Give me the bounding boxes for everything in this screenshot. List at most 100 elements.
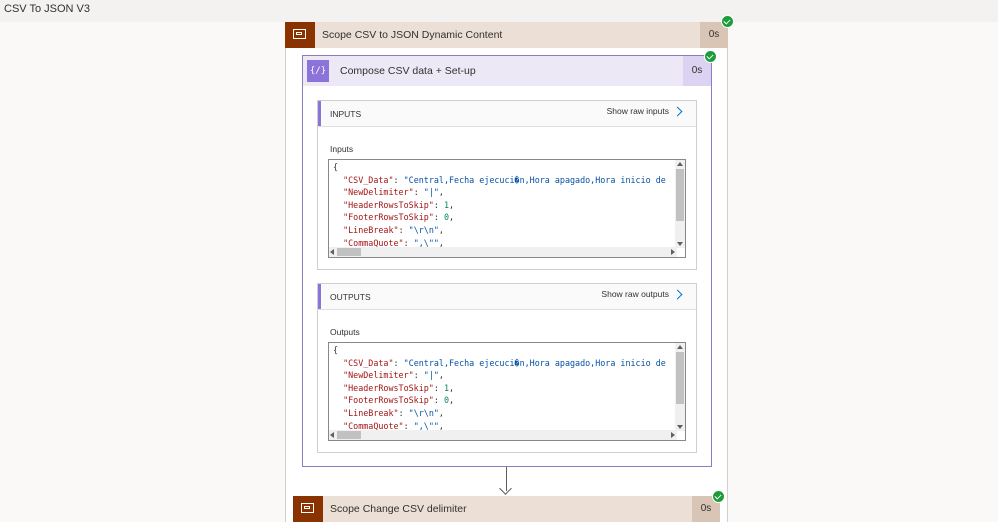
inputs-label: Inputs <box>330 144 354 154</box>
outputs-code-box[interactable]: { "CSV_Data": "Central,Fecha ejecuci�n,H… <box>328 342 686 441</box>
success-check-icon <box>704 50 717 63</box>
json-line: "LineBreak": "\r\n", <box>333 407 677 420</box>
vertical-scrollbar[interactable] <box>675 343 685 431</box>
scroll-left-icon[interactable] <box>330 432 334 438</box>
json-token: , <box>438 370 444 381</box>
json-token: ",\"" <box>413 237 439 247</box>
scroll-left-icon[interactable] <box>330 249 334 255</box>
json-token: : <box>433 212 444 223</box>
json-token: "NewDelimiter" <box>343 370 414 381</box>
json-token: "FooterRowsToSkip" <box>343 395 434 406</box>
show-raw-inputs-link[interactable]: Show raw inputs <box>607 106 684 116</box>
scope-icon <box>285 22 315 48</box>
json-token: : <box>403 237 414 247</box>
json-line: { <box>333 344 677 357</box>
json-token: , <box>449 395 455 406</box>
json-line: "LineBreak": "\r\n", <box>333 224 677 237</box>
vertical-scrollbar[interactable] <box>675 160 685 248</box>
compose-title: Compose CSV data + Set-up <box>340 65 476 77</box>
inputs-json-text[interactable]: { "CSV_Data": "Central,Fecha ejecuci�n,H… <box>333 161 677 247</box>
json-token: , <box>438 187 444 198</box>
json-token: "|" <box>423 370 439 381</box>
json-token: ",\"" <box>413 420 439 430</box>
scroll-up-icon[interactable] <box>677 162 683 166</box>
compose-icon: {/} <box>307 60 329 82</box>
json-token: "LineBreak" <box>343 224 399 235</box>
json-line: "HeaderRowsToSkip": 1, <box>333 199 677 212</box>
json-token: : <box>393 357 404 368</box>
json-token: , <box>449 199 455 210</box>
outputs-panel-header: OUTPUTS Show raw outputs <box>318 284 696 310</box>
json-line: "FooterRowsToSkip": 0, <box>333 394 677 407</box>
horizontal-scrollbar[interactable] <box>329 430 677 440</box>
inputs-panel: INPUTS Show raw inputs Inputs { "CSV_Dat… <box>317 100 697 270</box>
json-line: "FooterRowsToSkip": 0, <box>333 211 677 224</box>
json-line: "CSV_Data": "Central,Fecha ejecuci�n,Hor… <box>333 357 677 370</box>
scope-change-delimiter-header[interactable]: Scope Change CSV delimiter 0s <box>293 496 720 522</box>
json-line: "CommaQuote": ",\"", <box>333 237 677 247</box>
scroll-up-icon[interactable] <box>677 345 683 349</box>
outputs-label: Outputs <box>330 327 360 337</box>
success-check-icon <box>712 490 725 503</box>
scroll-right-icon[interactable] <box>671 432 675 438</box>
scope-csv-to-json-header[interactable]: Scope CSV to JSON Dynamic Content 0s <box>285 22 728 48</box>
json-token: : <box>403 420 414 430</box>
json-token: "FooterRowsToSkip" <box>343 212 434 223</box>
scope-title: Scope Change CSV delimiter <box>330 503 467 515</box>
json-token: "HeaderRowsToSkip" <box>343 199 434 210</box>
compose-action-header[interactable]: {/} Compose CSV data + Set-up 0s <box>303 56 711 86</box>
json-line: "HeaderRowsToSkip": 1, <box>333 382 677 395</box>
json-token: "HeaderRowsToSkip" <box>343 382 434 393</box>
outputs-json-text[interactable]: { "CSV_Data": "Central,Fecha ejecuci�n,H… <box>333 344 677 430</box>
json-token: , <box>438 237 444 247</box>
scroll-down-icon[interactable] <box>677 425 683 429</box>
json-token: "CSV_Data" <box>343 174 394 185</box>
title-bar: CSV To JSON V3 <box>0 0 998 22</box>
json-token: , <box>438 407 444 418</box>
chevron-right-icon <box>672 106 683 116</box>
scroll-down-icon[interactable] <box>677 242 683 246</box>
json-token: : <box>393 174 404 185</box>
scrollbar-thumb[interactable] <box>676 169 684 221</box>
show-raw-outputs-link[interactable]: Show raw outputs <box>601 289 684 299</box>
json-token: : <box>433 382 444 393</box>
scrollbar-thumb[interactable] <box>337 431 361 439</box>
scrollbar-thumb[interactable] <box>337 248 361 256</box>
json-token: "CommaQuote" <box>343 420 404 430</box>
compose-action-card: {/} Compose CSV data + Set-up 0s INPUTS … <box>302 55 712 467</box>
json-token: "CSV_Data" <box>343 357 394 368</box>
chevron-right-icon <box>672 289 683 299</box>
scroll-right-icon[interactable] <box>671 249 675 255</box>
show-raw-inputs-label: Show raw inputs <box>606 106 669 116</box>
json-token: "\r\n" <box>408 224 439 235</box>
json-line: "NewDelimiter": "|", <box>333 369 677 382</box>
scope-icon <box>293 496 323 522</box>
json-token: , <box>449 212 455 223</box>
json-token: : <box>413 370 424 381</box>
inputs-heading: INPUTS <box>330 109 362 119</box>
success-check-icon <box>721 15 734 28</box>
horizontal-scrollbar[interactable] <box>329 247 677 257</box>
json-token: : <box>413 187 424 198</box>
flow-title: CSV To JSON V3 <box>4 3 90 15</box>
json-line: "CommaQuote": ",\"", <box>333 420 677 430</box>
json-token: "NewDelimiter" <box>343 187 414 198</box>
json-token: "|" <box>423 187 439 198</box>
json-token: : <box>398 407 409 418</box>
scrollbar-thumb[interactable] <box>676 352 684 404</box>
json-token: { <box>333 162 339 172</box>
inputs-code-box[interactable]: { "CSV_Data": "Central,Fecha ejecuci�n,H… <box>328 159 686 258</box>
json-token: { <box>333 345 339 355</box>
json-token: "CommaQuote" <box>343 237 404 247</box>
json-token: : <box>433 395 444 406</box>
json-token: : <box>433 199 444 210</box>
scope-title: Scope CSV to JSON Dynamic Content <box>322 29 503 41</box>
